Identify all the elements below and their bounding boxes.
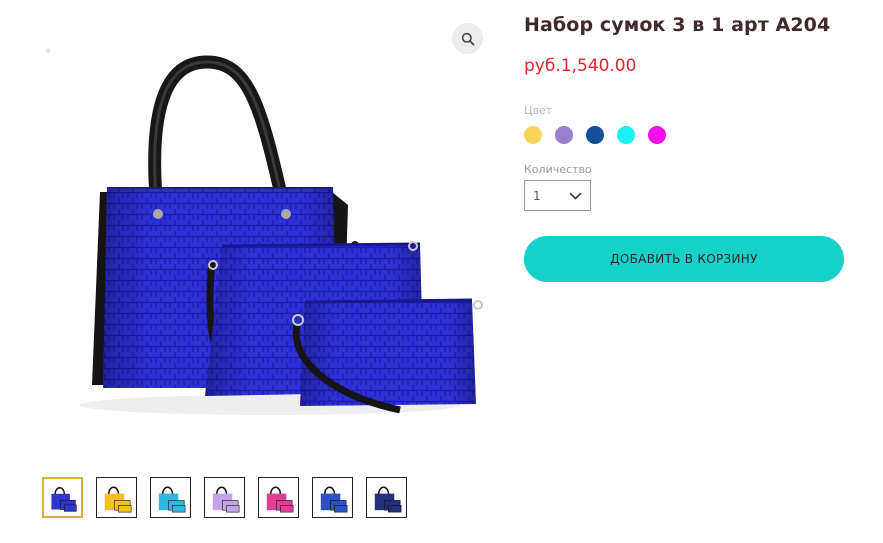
product-title: Набор сумок 3 в 1 арт A204 [524,14,831,36]
color-swatches [524,126,666,144]
main-product-image[interactable] [0,0,500,460]
thumbnail-cyan-bag-set[interactable] [150,477,191,518]
color-label: Цвет [524,104,553,116]
thumbnail-yellow-bag-set[interactable] [96,477,137,518]
quantity-select[interactable]: 1 [524,180,591,211]
thumbnail-navy-bag-detail[interactable] [366,477,407,518]
thumbnail-list [42,477,407,518]
thumbnail-blue-bag-set-alt[interactable] [312,477,353,518]
color-swatch-magenta[interactable] [648,126,666,144]
chevron-down-icon [569,192,582,200]
color-swatch-yellow[interactable] [524,126,542,144]
product-gallery: ✦ [0,0,500,518]
quantity-value: 1 [533,188,541,203]
gallery-dot-icon: ✦ [43,44,54,58]
color-swatch-cyan[interactable] [617,126,635,144]
product-price: руб.1,540.00 [524,56,637,76]
zoom-button[interactable] [452,23,483,54]
color-swatch-navy[interactable] [586,126,604,144]
quantity-label: Количество [524,163,592,176]
color-swatch-lilac[interactable] [555,126,573,144]
thumbnail-lilac-bag-set[interactable] [204,477,245,518]
thumbnail-blue-bag-set[interactable] [42,477,83,518]
magnifier-icon [461,32,475,46]
add-to-cart-button[interactable]: ДОБАВИТЬ В КОРЗИНУ [524,236,844,282]
thumbnail-pink-bag-set[interactable] [258,477,299,518]
